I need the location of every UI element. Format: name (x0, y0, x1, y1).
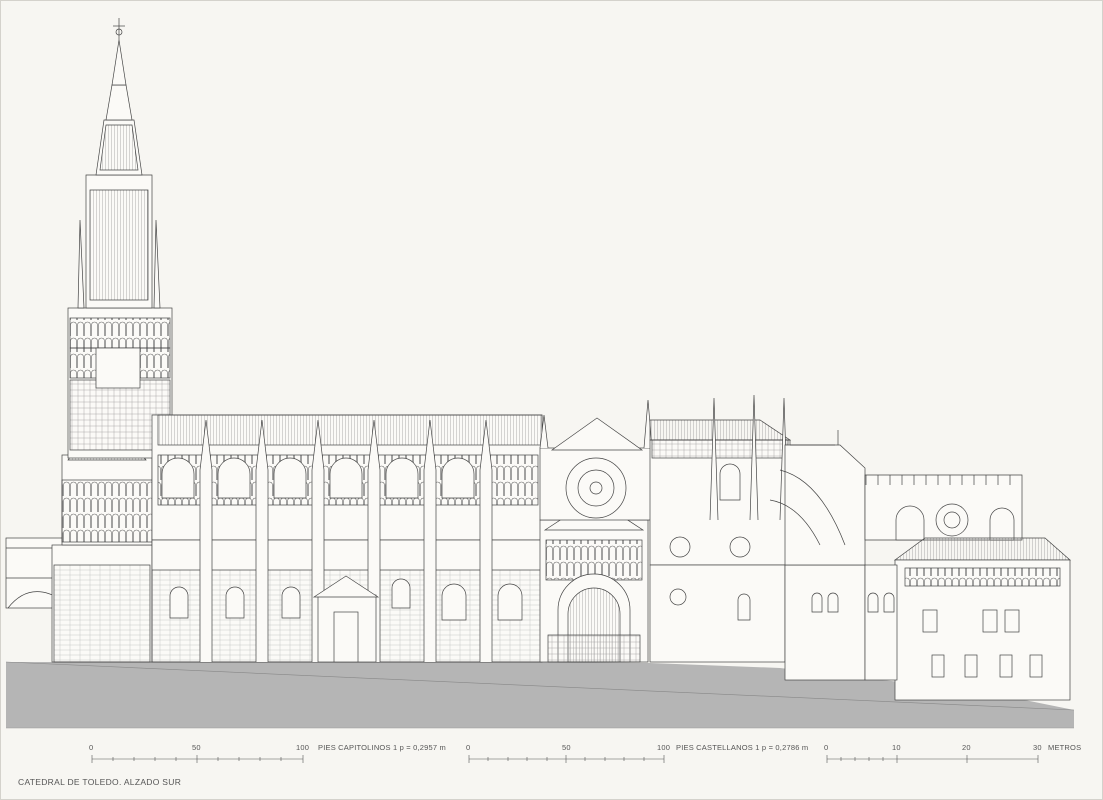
scale-1-tick-0: 0 (89, 743, 94, 752)
lower-wall (649, 564, 866, 681)
gothic-portal (539, 399, 656, 663)
scale-3-tick-0: 0 (824, 743, 829, 752)
scale-3-tick-10: 10 (892, 743, 901, 752)
scale-3-tick-30: 30 (1033, 743, 1042, 752)
scale-2-tick-0: 0 (466, 743, 471, 752)
drawing-sheet: 0 50 100 PIES CAPITOLINOS 1 p = 0,2957 m… (0, 0, 1103, 800)
scale-3-tick-20: 20 (962, 743, 971, 752)
scale-1-unit-label: PIES CAPITOLINOS 1 p = 0,2957 m (318, 743, 446, 752)
cathedral-facade (5, 18, 1071, 701)
scale-2-unit-label: PIES CASTELLANOS 1 p = 0,2786 m (676, 743, 809, 752)
scale-bar-3 (826, 755, 1039, 763)
scale-1-tick-100: 100 (296, 743, 310, 752)
cathedral-elevation-drawing (5, 18, 1075, 763)
scale-1-tick-50: 50 (192, 743, 201, 752)
scale-2-tick-100: 100 (657, 743, 671, 752)
scale-bar-2 (468, 755, 665, 763)
transept (649, 394, 792, 566)
scale-3-unit-label: METROS (1048, 743, 1082, 752)
scale-bar-1 (91, 755, 304, 763)
drawing-title: CATEDRAL DE TOLEDO. ALZADO SUR (18, 777, 182, 787)
scale-2-tick-50: 50 (562, 743, 571, 752)
